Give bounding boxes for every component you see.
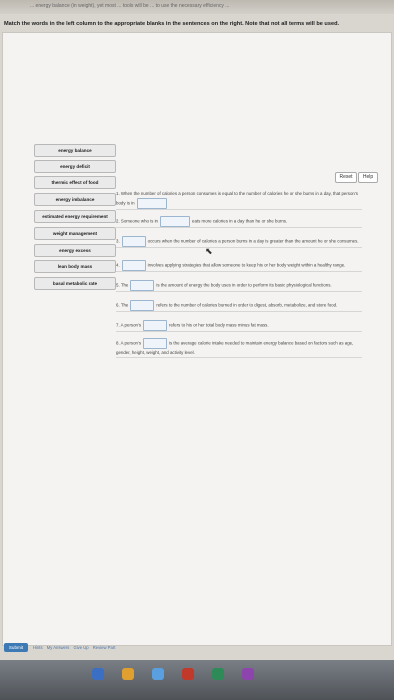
sentence-3: 3. occurs when the number of calories a p…: [116, 236, 362, 248]
submit-button[interactable]: Submit: [4, 643, 28, 652]
app-icon[interactable]: [92, 668, 104, 680]
drop-blank-4[interactable]: [121, 260, 146, 271]
help-button[interactable]: Help: [358, 172, 378, 183]
footer-links: Hints My Answers Give Up Review Part: [33, 645, 118, 650]
sentence-2: 2. Someone who is in eats more calories i…: [116, 216, 362, 228]
sentence-6: 6. The refers to the number of calories b…: [116, 300, 362, 312]
sentence-8: 8. A person's is the average calorie inta…: [116, 338, 362, 358]
browser-icon[interactable]: [152, 668, 164, 680]
taskbar: [0, 660, 394, 700]
sentence-4: 4. involves applying strategies that allo…: [116, 260, 362, 272]
instruction-text: Match the words in the left column to th…: [4, 21, 340, 27]
app-icon-2[interactable]: [242, 668, 254, 680]
term-energy-imbalance[interactable]: energy imbalance: [34, 193, 116, 206]
term-energy-balance[interactable]: energy balance: [34, 144, 116, 157]
browser-top-band: ... energy balance (in weight), yet most…: [0, 0, 394, 14]
folder-icon[interactable]: [122, 668, 134, 680]
drop-blank-1[interactable]: [136, 198, 167, 209]
term-energy-deficit[interactable]: energy deficit: [34, 160, 116, 173]
sentence-1: 1. When the number of calories a person …: [116, 190, 362, 210]
term-weight-management[interactable]: weight management: [34, 227, 116, 240]
drop-blank-5[interactable]: [130, 280, 155, 291]
media-icon[interactable]: [182, 668, 194, 680]
my-answers-link[interactable]: My Answers: [47, 645, 70, 650]
drop-blank-3[interactable]: [121, 236, 146, 247]
term-thermic-effect-of-food[interactable]: thermic effect of food: [34, 176, 116, 189]
drop-blank-2[interactable]: [160, 216, 191, 227]
term-basal-metabolic-rate[interactable]: basal metabolic rate: [34, 277, 116, 290]
hints-link[interactable]: Hints: [33, 645, 43, 650]
drop-blank-7[interactable]: [143, 320, 168, 331]
term-energy-excess[interactable]: energy excess: [34, 244, 116, 257]
drop-blank-6[interactable]: [130, 300, 155, 311]
top-text: ... energy balance (in weight), yet most…: [30, 3, 230, 9]
sentence-7: 7. A person's refers to his or her total …: [116, 320, 362, 332]
spreadsheet-icon[interactable]: [212, 668, 224, 680]
review-part-link[interactable]: Review Part: [93, 645, 116, 650]
reset-button[interactable]: Reset: [335, 172, 357, 183]
drop-blank-8[interactable]: [143, 338, 168, 349]
term-lean-body-mass[interactable]: lean body mass: [34, 260, 116, 273]
term-estimated-energy-requirement[interactable]: estimated energy requirement: [34, 210, 116, 223]
give-up-link[interactable]: Give Up: [73, 645, 88, 650]
sentence-5: 5. The is the amount of energy the body u…: [116, 280, 362, 292]
